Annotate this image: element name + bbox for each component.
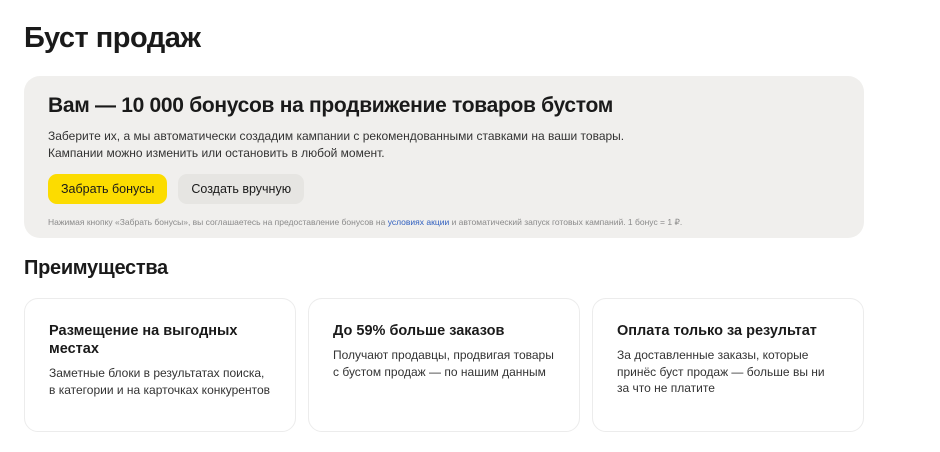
bonus-promo-banner: Вам — 10 000 бонусов на продвижение това… (24, 76, 864, 238)
advantage-card-title: До 59% больше заказов (333, 323, 505, 339)
promo-footnote: Нажимая кнопку «Забрать бонусы», вы согл… (48, 216, 840, 228)
promo-description-line-2: Кампании можно изменить или остановить в… (48, 146, 385, 160)
advantages-cards: Размещение на выгодных местах Заметные б… (24, 298, 864, 432)
claim-bonuses-button[interactable]: Забрать бонусы (48, 174, 168, 204)
advantage-card-text: Заметные блоки в результатах поиска, в к… (49, 366, 271, 397)
advantage-card-text: За доставленные заказы, которые принёс б… (617, 348, 825, 395)
advantage-card-text: Получают продавцы, продвигая товары с бу… (333, 348, 554, 379)
promo-actions: Забрать бонусы Создать вручную (48, 174, 840, 204)
footnote-text-after: и автоматический запуск готовых кампаний… (449, 217, 683, 227)
advantage-card-title: Размещение на выгодных местах (49, 323, 238, 357)
advantage-card-orders: До 59% больше заказов Получают продавцы,… (308, 298, 580, 432)
create-manually-button[interactable]: Создать вручную (178, 174, 305, 204)
page-title: Буст продаж (24, 22, 201, 54)
page: Буст продаж Вам — 10 000 бонусов на прод… (0, 0, 940, 452)
promo-title: Вам — 10 000 бонусов на продвижение това… (48, 94, 613, 117)
footnote-text-before: Нажимая кнопку «Забрать бонусы», вы согл… (48, 217, 388, 227)
promo-terms-link[interactable]: условиях акции (388, 217, 449, 227)
advantage-card-placement: Размещение на выгодных местах Заметные б… (24, 298, 296, 432)
advantage-card-payment: Оплата только за результат За доставленн… (592, 298, 864, 432)
advantage-card-title: Оплата только за результат (617, 323, 817, 339)
advantages-title: Преимущества (24, 257, 168, 279)
promo-description-line-1: Заберите их, а мы автоматически создадим… (48, 129, 625, 143)
